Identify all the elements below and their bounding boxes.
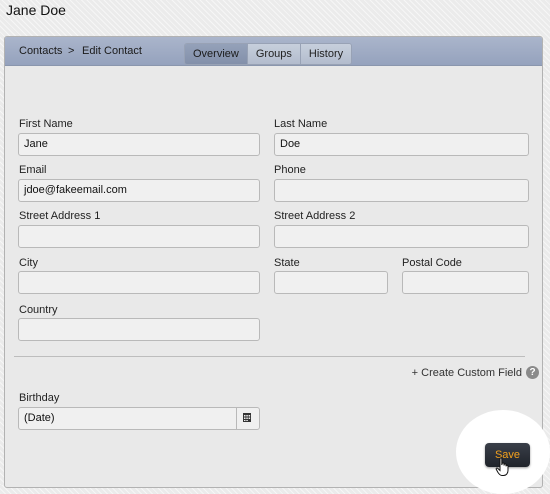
phone-label: Phone xyxy=(274,164,306,176)
state-field[interactable] xyxy=(274,271,388,294)
birthday-label: Birthday xyxy=(19,392,60,404)
tab-history[interactable]: History xyxy=(299,44,352,64)
postal-code-label: Postal Code xyxy=(402,257,462,269)
page-title: Jane Doe xyxy=(6,2,66,18)
tab-overview[interactable]: Overview xyxy=(185,44,247,64)
city-field[interactable] xyxy=(18,271,260,294)
help-icon[interactable]: ? xyxy=(526,366,539,379)
phone-field[interactable] xyxy=(274,179,529,202)
breadcrumb-edit-contact: Edit Contact xyxy=(82,45,142,57)
postal-code-field[interactable] xyxy=(402,271,529,294)
street-address-1-label: Street Address 1 xyxy=(19,210,101,222)
country-label: Country xyxy=(19,304,58,316)
last-name-field[interactable]: Doe xyxy=(274,133,529,156)
email-label: Email xyxy=(19,164,47,176)
breadcrumb-contacts[interactable]: Contacts xyxy=(19,45,62,57)
calendar-icon[interactable] xyxy=(236,407,256,430)
street-address-2-field[interactable] xyxy=(274,225,529,248)
first-name-label: First Name xyxy=(19,118,73,130)
create-custom-field-link[interactable]: + Create Custom Field xyxy=(412,367,522,379)
state-label: State xyxy=(274,257,300,269)
tab-groups[interactable]: Groups xyxy=(246,44,300,64)
first-name-field[interactable]: Jane xyxy=(18,133,260,156)
tab-bar: Overview Groups History xyxy=(184,43,353,65)
section-divider xyxy=(14,356,525,357)
birthday-field[interactable]: (Date) xyxy=(18,407,260,430)
last-name-label: Last Name xyxy=(274,118,328,130)
hand-cursor-icon xyxy=(495,457,511,482)
email-field[interactable]: jdoe@fakeemail.com xyxy=(18,179,260,202)
street-address-2-label: Street Address 2 xyxy=(274,210,356,222)
country-field[interactable] xyxy=(18,318,260,341)
street-address-1-field[interactable] xyxy=(18,225,260,248)
city-label: City xyxy=(19,257,38,269)
breadcrumb-separator: > xyxy=(68,45,75,57)
